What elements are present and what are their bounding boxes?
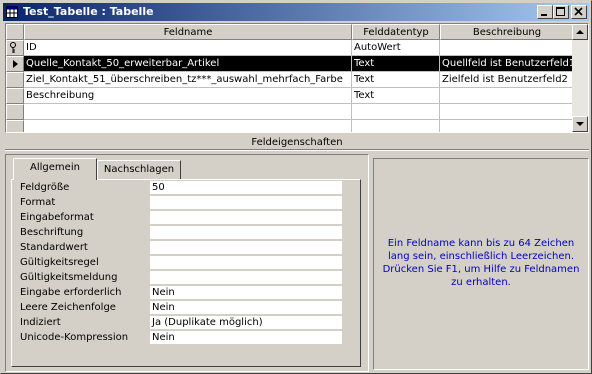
- property-value-input[interactable]: [150, 196, 342, 210]
- property-list-scrollbar[interactable]: [344, 181, 360, 349]
- current-row-arrow-icon: [13, 60, 18, 68]
- table-row[interactable]: [6, 104, 574, 120]
- property-label: Eingabe erforderlich: [20, 287, 122, 298]
- field-name-cell[interactable]: Beschreibung: [24, 88, 352, 104]
- field-name-cell[interactable]: [24, 120, 352, 132]
- property-value-input[interactable]: [150, 211, 342, 225]
- window-title: Test_Tabelle : Tabelle: [23, 5, 154, 18]
- field-properties-heading: Feldeigenschaften: [251, 137, 343, 148]
- property-row[interactable]: Gültigkeitsmeldung: [16, 271, 346, 286]
- table-icon: [6, 6, 18, 18]
- field-grid: Feldname Felddatentyp Beschreibung ID Au…: [5, 23, 589, 133]
- property-label: Unicode-Kompression: [20, 332, 129, 343]
- property-value-input[interactable]: 50: [150, 181, 342, 195]
- header-felddatentyp[interactable]: Felddatentyp: [352, 24, 440, 40]
- property-row[interactable]: Feldgröße 50: [16, 181, 346, 196]
- tab-nachschlagen[interactable]: Nachschlagen: [97, 160, 181, 180]
- property-label: Standardwert: [20, 242, 88, 253]
- close-icon: [574, 7, 583, 16]
- property-row[interactable]: Standardwert: [16, 241, 346, 256]
- field-type-cell[interactable]: [352, 120, 440, 132]
- header-beschreibung[interactable]: Beschreibung: [440, 24, 574, 40]
- row-selector[interactable]: [6, 56, 24, 72]
- property-row[interactable]: Beschriftung: [16, 226, 346, 241]
- field-name-cell[interactable]: ID: [24, 40, 352, 56]
- field-type-cell[interactable]: Text: [352, 88, 440, 104]
- row-selector[interactable]: [6, 72, 24, 88]
- property-row[interactable]: Unicode-Kompression Nein: [16, 331, 346, 346]
- field-name-cell[interactable]: Quelle_Kontakt_50_erweiterbar_Artikel: [24, 56, 352, 72]
- field-type-cell[interactable]: AutoWert: [352, 40, 440, 56]
- table-row[interactable]: Ziel_Kontakt_51_überschreiben_tz***_ausw…: [6, 72, 574, 88]
- property-label: Eingabeformat: [20, 212, 94, 223]
- table-row[interactable]: Beschreibung Text: [6, 88, 574, 104]
- property-list: Feldgröße 50 Format Eingabeformat Beschr…: [16, 181, 346, 349]
- grid-header: Feldname Felddatentyp Beschreibung: [6, 24, 574, 40]
- field-desc-cell[interactable]: Quellfeld ist Benutzerfeld1: [440, 56, 574, 72]
- maximize-icon: [556, 7, 565, 16]
- property-value-input[interactable]: [150, 271, 342, 285]
- field-desc-cell[interactable]: Zielfeld ist Benutzerfeld2: [440, 72, 574, 88]
- property-label: Gültigkeitsregel: [20, 257, 99, 268]
- row-selector[interactable]: [6, 88, 24, 104]
- maximize-button[interactable]: [553, 5, 569, 19]
- scroll-up-button[interactable]: [572, 24, 588, 40]
- property-value-input[interactable]: [150, 226, 342, 240]
- property-label: Feldgröße: [20, 182, 70, 193]
- divider: [5, 149, 589, 151]
- property-label: Leere Zeichenfolge: [20, 302, 116, 313]
- table-row-selected[interactable]: Quelle_Kontakt_50_erweiterbar_Artikel Te…: [6, 56, 574, 72]
- table-row[interactable]: ID AutoWert: [6, 40, 574, 56]
- field-type-cell[interactable]: Text: [352, 72, 440, 88]
- minimize-icon: [541, 14, 547, 16]
- table-design-window: Test_Tabelle : Tabelle Feldname Felddate…: [0, 0, 592, 374]
- title-bar[interactable]: Test_Tabelle : Tabelle: [3, 3, 589, 21]
- row-selector[interactable]: [6, 120, 24, 132]
- property-row[interactable]: Leere Zeichenfolge Nein: [16, 301, 346, 316]
- close-button[interactable]: [571, 5, 587, 19]
- arrow-down-icon: [576, 122, 584, 126]
- primary-key-icon: [10, 42, 16, 53]
- tab-allgemein[interactable]: Allgemein: [13, 158, 97, 180]
- property-row[interactable]: Gültigkeitsregel: [16, 256, 346, 271]
- minimize-button[interactable]: [537, 5, 553, 19]
- arrow-up-icon: [576, 30, 584, 34]
- field-name-cell[interactable]: [24, 104, 352, 120]
- field-desc-cell[interactable]: [440, 40, 574, 56]
- property-row[interactable]: Format: [16, 196, 346, 211]
- property-label: Format: [20, 197, 56, 208]
- table-row[interactable]: [6, 120, 574, 132]
- header-feldname[interactable]: Feldname: [24, 24, 352, 40]
- property-value-input[interactable]: [150, 241, 342, 255]
- header-selector: [6, 24, 24, 40]
- property-row[interactable]: Indiziert Ja (Duplikate möglich): [16, 316, 346, 331]
- property-row[interactable]: Eingabe erforderlich Nein: [16, 286, 346, 301]
- property-value-input[interactable]: Nein: [150, 331, 342, 345]
- property-row[interactable]: Eingabeformat: [16, 211, 346, 226]
- property-value-input[interactable]: Nein: [150, 301, 342, 315]
- field-desc-cell[interactable]: [440, 104, 574, 120]
- field-type-cell[interactable]: Text: [352, 56, 440, 72]
- help-text: Ein Feldname kann bis zu 64 Zeichen lang…: [382, 238, 580, 288]
- property-label: Beschriftung: [20, 227, 84, 238]
- property-value-input[interactable]: Nein: [150, 286, 342, 300]
- property-value-input[interactable]: Ja (Duplikate möglich): [150, 316, 342, 330]
- row-selector[interactable]: [6, 40, 24, 56]
- field-type-cell[interactable]: [352, 104, 440, 120]
- field-name-cell[interactable]: Ziel_Kontakt_51_überschreiben_tz***_ausw…: [24, 72, 352, 88]
- scroll-down-button[interactable]: [572, 116, 588, 132]
- help-panel: Ein Feldname kann bis zu 64 Zeichen lang…: [373, 158, 589, 370]
- property-label: Gültigkeitsmeldung: [20, 272, 118, 283]
- field-desc-cell[interactable]: [440, 88, 574, 104]
- property-value-input[interactable]: [150, 256, 342, 270]
- field-desc-cell[interactable]: [440, 120, 574, 132]
- property-label: Indiziert: [20, 317, 61, 328]
- row-selector[interactable]: [6, 104, 24, 120]
- grid-vertical-scrollbar[interactable]: [572, 24, 588, 132]
